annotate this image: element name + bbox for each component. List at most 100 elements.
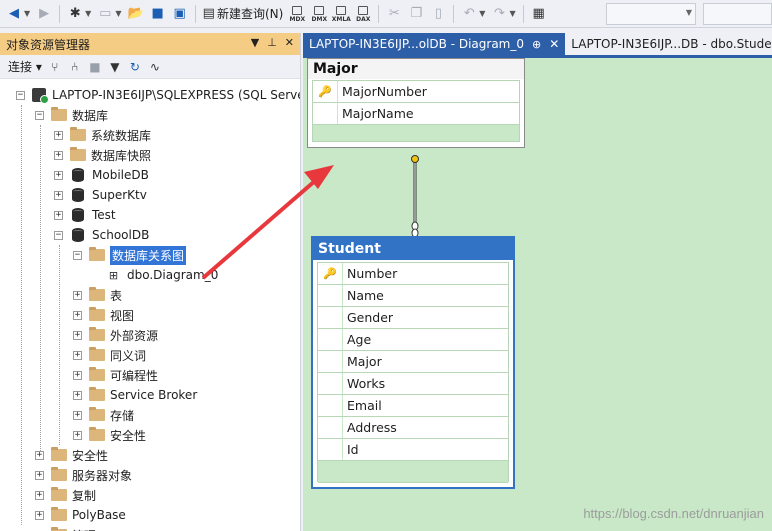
expand-icon[interactable]: +	[73, 330, 82, 340]
save-icon[interactable]: ■	[148, 3, 168, 25]
column-row[interactable]: 🔑 MajorNumber	[313, 81, 519, 103]
column-row[interactable]: Age	[318, 329, 508, 351]
tree-node-server[interactable]: − LAPTOP-IN3E6IJP\SQLEXPRESS (SQL Serve	[16, 85, 300, 105]
tree-node-databases[interactable]: − 数据库	[35, 105, 108, 125]
tree-node-superktv[interactable]: + SuperKtv	[54, 185, 147, 205]
add-item-dropdown-icon[interactable]: ▼	[115, 9, 121, 18]
diagram-canvas[interactable]: Major 🔑 MajorNumber MajorName Student 🔑 Num…	[303, 58, 772, 531]
tree-node-replication[interactable]: + 复制	[35, 485, 96, 505]
expand-icon[interactable]: +	[35, 510, 44, 520]
open-folder-icon[interactable]: 📂	[125, 3, 145, 25]
tree-node-tables[interactable]: + 表	[73, 285, 122, 305]
tab-pin-icon[interactable]: ⊕	[532, 38, 541, 51]
expand-icon[interactable]: +	[73, 430, 82, 440]
tree-label: 管理	[72, 527, 96, 531]
xmla-query-button[interactable]: XMLA	[331, 5, 351, 23]
column-row[interactable]: Major	[318, 351, 508, 373]
tree-node-programmability[interactable]: + 可编程性	[73, 365, 158, 385]
refresh-icon[interactable]: ↻	[128, 60, 142, 74]
tree-node-mobiledb[interactable]: + MobileDB	[54, 165, 149, 185]
tree-node-db-security[interactable]: + 安全性	[73, 425, 146, 445]
redo-dropdown-icon[interactable]: ▼	[509, 9, 515, 18]
back-icon[interactable]: ◀	[4, 3, 24, 25]
tree-node-views[interactable]: + 视图	[73, 305, 134, 325]
add-item-icon[interactable]: ▭	[95, 3, 115, 25]
column-row[interactable]: 🔑 Number	[318, 263, 508, 285]
disconnect-icon[interactable]: ⑃	[68, 60, 82, 74]
expand-icon[interactable]: +	[54, 190, 63, 200]
tree-node-database-snapshots[interactable]: + 数据库快照	[54, 145, 151, 165]
new-query-button[interactable]: ▤ 新建查询(N)	[201, 3, 286, 25]
column-row[interactable]: Works	[318, 373, 508, 395]
connect-icon[interactable]: ⑂	[48, 60, 62, 74]
tree-node-schooldb[interactable]: − SchoolDB	[54, 225, 149, 245]
expand-icon[interactable]: +	[73, 290, 82, 300]
major-table[interactable]: Major 🔑 MajorNumber MajorName	[307, 58, 525, 148]
pin-icon[interactable]: ⊥	[267, 36, 277, 49]
tree-node-security[interactable]: + 安全性	[35, 445, 108, 465]
forward-icon[interactable]: ▶	[34, 3, 54, 25]
redo-icon[interactable]: ↷	[489, 3, 509, 25]
expand-icon[interactable]: +	[73, 370, 82, 380]
collapse-icon[interactable]: −	[73, 250, 82, 260]
collapse-icon[interactable]: −	[16, 90, 25, 100]
column-row[interactable]: Name	[318, 285, 508, 307]
undo-icon[interactable]: ↶	[459, 3, 479, 25]
window-position-dropdown-icon[interactable]: ▼	[251, 36, 259, 49]
activity-monitor-icon[interactable]: ▦	[529, 3, 549, 25]
tree-node-system-databases[interactable]: + 系统数据库	[54, 125, 151, 145]
mdx-query-button[interactable]: MDX	[287, 5, 307, 23]
column-row[interactable]: MajorName	[313, 103, 519, 125]
tree-node-test[interactable]: + Test	[54, 205, 116, 225]
tree-node-polybase[interactable]: + PolyBase	[35, 505, 126, 525]
close-icon[interactable]: ✕	[285, 36, 294, 49]
expand-icon[interactable]: +	[73, 310, 82, 320]
expand-icon[interactable]: +	[35, 450, 44, 460]
column-row[interactable]: Gender	[318, 307, 508, 329]
expand-icon[interactable]: +	[73, 390, 82, 400]
cut-icon[interactable]: ✂	[384, 3, 404, 25]
solution-config-combo[interactable]: ▼	[606, 3, 696, 25]
tree-node-diagram-0[interactable]: ⊞ dbo.Diagram_0	[106, 265, 218, 285]
tab-student-table[interactable]: LAPTOP-IN3E6IJP...DB - dbo.Student	[565, 33, 772, 55]
tree-node-synonyms[interactable]: + 同义词	[73, 345, 146, 365]
dmx-query-button[interactable]: DMX	[309, 5, 329, 23]
expand-icon[interactable]: +	[54, 210, 63, 220]
new-project-dropdown-icon[interactable]: ▼	[85, 9, 91, 18]
dax-query-button[interactable]: DAX	[353, 5, 373, 23]
collapse-icon[interactable]: −	[35, 110, 44, 120]
tree-node-diagrams[interactable]: − 数据库关系图	[73, 245, 187, 265]
expand-icon[interactable]: +	[54, 170, 63, 180]
connect-button[interactable]: 连接 ▾	[8, 58, 42, 75]
student-table[interactable]: Student 🔑 Number Name Gender Age Major Works Em…	[311, 236, 515, 489]
column-row[interactable]: Id	[318, 439, 508, 461]
tab-diagram[interactable]: LAPTOP-IN3E6IJP...olDB - Diagram_0 ⊕ ✕	[303, 33, 566, 55]
tree-node-storage[interactable]: + 存储	[73, 405, 134, 425]
collapse-icon[interactable]: −	[54, 230, 63, 240]
copy-icon[interactable]: ❐	[406, 3, 426, 25]
expand-icon[interactable]: +	[35, 470, 44, 480]
tree-node-service-broker[interactable]: + Service Broker	[73, 385, 197, 405]
filter-icon[interactable]: ▼	[108, 60, 122, 74]
column-row[interactable]: Address	[318, 417, 508, 439]
row-selector	[318, 373, 342, 394]
tree-label: 存储	[110, 408, 135, 423]
column-row[interactable]: Email	[318, 395, 508, 417]
expand-icon[interactable]: +	[54, 150, 63, 160]
search-combo[interactable]	[703, 3, 772, 25]
undo-dropdown-icon[interactable]: ▼	[479, 9, 485, 18]
stop-icon[interactable]: ■	[88, 60, 102, 74]
activity-icon[interactable]: ∿	[148, 60, 162, 74]
expand-icon[interactable]: +	[73, 350, 82, 360]
tree-node-management[interactable]: + 管理	[35, 525, 96, 531]
paste-icon[interactable]: ▯	[428, 3, 448, 25]
tab-close-icon[interactable]: ✕	[549, 37, 559, 51]
new-project-icon[interactable]: ✱	[65, 3, 85, 25]
save-all-icon[interactable]: ▣	[170, 3, 190, 25]
tree-node-server-objects[interactable]: + 服务器对象	[35, 465, 132, 485]
back-dropdown-icon[interactable]: ▼	[24, 9, 30, 18]
expand-icon[interactable]: +	[35, 490, 44, 500]
tree-node-external-resources[interactable]: + 外部资源	[73, 325, 158, 345]
expand-icon[interactable]: +	[73, 410, 82, 420]
expand-icon[interactable]: +	[54, 130, 63, 140]
